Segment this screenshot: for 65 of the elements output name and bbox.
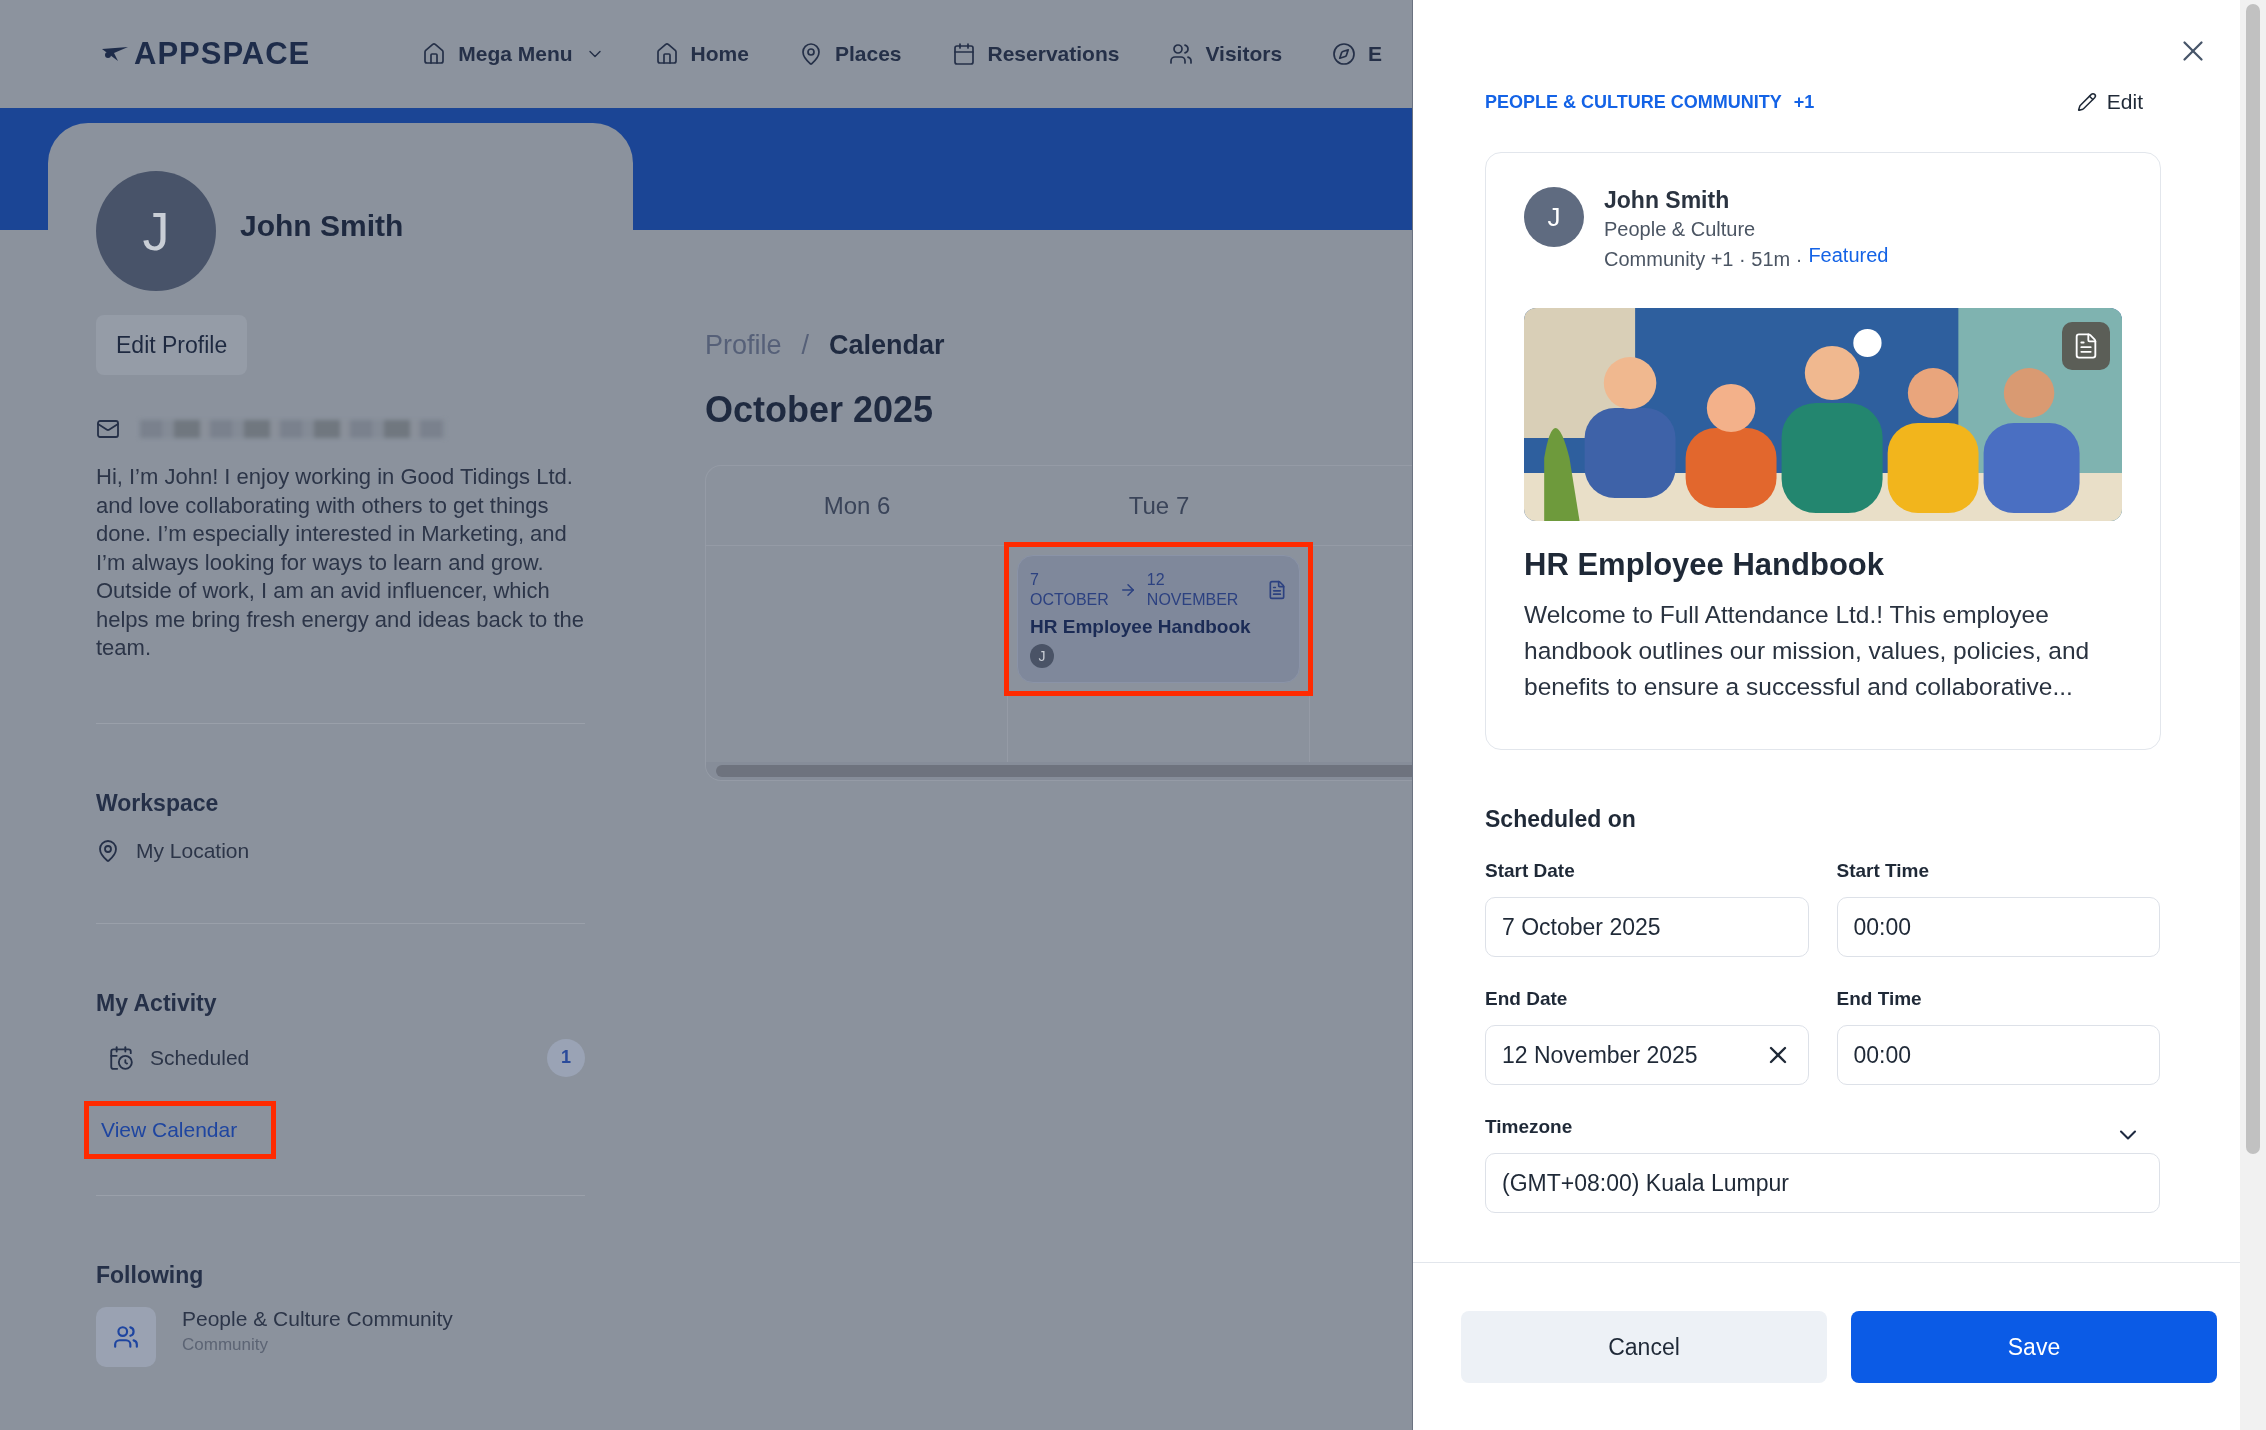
breadcrumb-item[interactable]: Calendar xyxy=(829,330,945,361)
event-card[interactable]: 7 OCTOBER 12 NOVEMBER HR Employee Handbook J xyxy=(1017,555,1300,683)
section-heading: Following xyxy=(96,1261,205,1289)
calendar-icon xyxy=(951,42,976,66)
featured-link[interactable]: Featured xyxy=(1808,244,1889,274)
compass-icon xyxy=(1332,42,1357,66)
location-label: My Location xyxy=(136,838,250,863)
nav-link[interactable]: Places xyxy=(798,42,902,66)
event-title: HR Employee Handbook xyxy=(1030,616,1252,638)
day-header: Mon 6 xyxy=(823,491,891,520)
post-description: Welcome to Full Attendance Ltd.! This employee handbook outlines our mission, values, policies, and benefits to ensure a successful and collaborative... xyxy=(1524,600,2091,702)
date-field[interactable]: 12 November 2025 xyxy=(1485,1025,1809,1085)
avatar: J xyxy=(96,171,216,291)
edit-button[interactable]: Edit xyxy=(2076,90,2143,114)
count-badge: 1 xyxy=(547,1038,585,1077)
field-label: End Time xyxy=(1836,988,1922,1010)
section-heading: Workspace xyxy=(96,789,220,817)
cancel-button[interactable]: Cancel xyxy=(1461,1311,1827,1383)
avatar: J xyxy=(1524,187,1584,247)
logo-icon xyxy=(100,45,130,63)
home-icon xyxy=(422,42,447,66)
breadcrumb-separator: / xyxy=(801,330,810,361)
activity-label: Scheduled xyxy=(150,1045,250,1070)
logo-text: APPSPACE xyxy=(134,36,311,72)
nav-link[interactable]: E xyxy=(1332,42,1383,66)
section-heading: My Activity xyxy=(96,989,218,1017)
document-icon xyxy=(1267,580,1287,600)
event-start-date: 7 OCTOBER xyxy=(1030,570,1109,610)
field-label: Timezone xyxy=(1485,1116,1573,1138)
post-title: HR Employee Handbook xyxy=(1524,547,1885,583)
people-icon xyxy=(113,1323,139,1350)
timezone-select[interactable]: (GMT+08:00) Kuala Lumpur xyxy=(1485,1153,2160,1213)
nav-link[interactable]: Home xyxy=(654,42,749,66)
community-name[interactable]: People & Culture Community xyxy=(182,1306,453,1331)
day-header: Tue 7 xyxy=(1128,491,1190,520)
edit-profile-button[interactable]: Edit Profile xyxy=(96,315,248,375)
author-name: John Smith xyxy=(1604,187,1731,214)
field-label: Start Date xyxy=(1485,860,1575,882)
field-label: End Date xyxy=(1485,988,1568,1010)
post-meta: Community +1 · 51m · xyxy=(1604,247,1803,272)
mail-icon xyxy=(96,417,120,441)
community-count: +1 xyxy=(1793,91,1815,113)
nav-link[interactable]: Visitors xyxy=(1169,42,1283,66)
nav-link[interactable]: Mega Menu xyxy=(422,42,605,66)
scrollbar-thumb[interactable] xyxy=(2246,4,2260,1154)
map-pin-icon xyxy=(96,838,120,863)
community-link[interactable]: PEOPLE & CULTURE COMMUNITY xyxy=(1485,91,1782,113)
avatar: J xyxy=(1030,644,1054,668)
calendar-clock-icon xyxy=(108,1044,134,1071)
home-icon xyxy=(654,42,679,66)
date-field[interactable]: 7 October 2025 xyxy=(1485,897,1809,957)
profile-name: John Smith xyxy=(240,209,404,243)
time-field[interactable]: 00:00 xyxy=(1836,897,2160,957)
save-button[interactable]: Save xyxy=(1851,1311,2217,1383)
month-title: October 2025 xyxy=(705,389,935,431)
nav-link[interactable]: Reservations xyxy=(951,42,1120,66)
section-heading: Scheduled on xyxy=(1485,806,1637,833)
time-field[interactable]: 00:00 xyxy=(1836,1025,2160,1085)
pencil-icon xyxy=(2076,92,2097,112)
post-meta: People & Culture xyxy=(1604,217,1757,242)
event-end-date: 12 NOVEMBER xyxy=(1146,570,1239,610)
field-label: Start Time xyxy=(1836,860,1930,882)
view-calendar-link[interactable]: View Calendar xyxy=(101,1117,238,1141)
people-icon xyxy=(1169,42,1194,66)
profile-bio: Hi, I’m John! I enjoy working in Good Tidings Ltd. and love collaborating with others to get things done. I’m especially interested in Marketing, and I’m always looking for ways to learn and grow. Outside of work, I am an avid influencer, which helps me bring fresh energy and ideas back to the team. xyxy=(96,463,585,662)
